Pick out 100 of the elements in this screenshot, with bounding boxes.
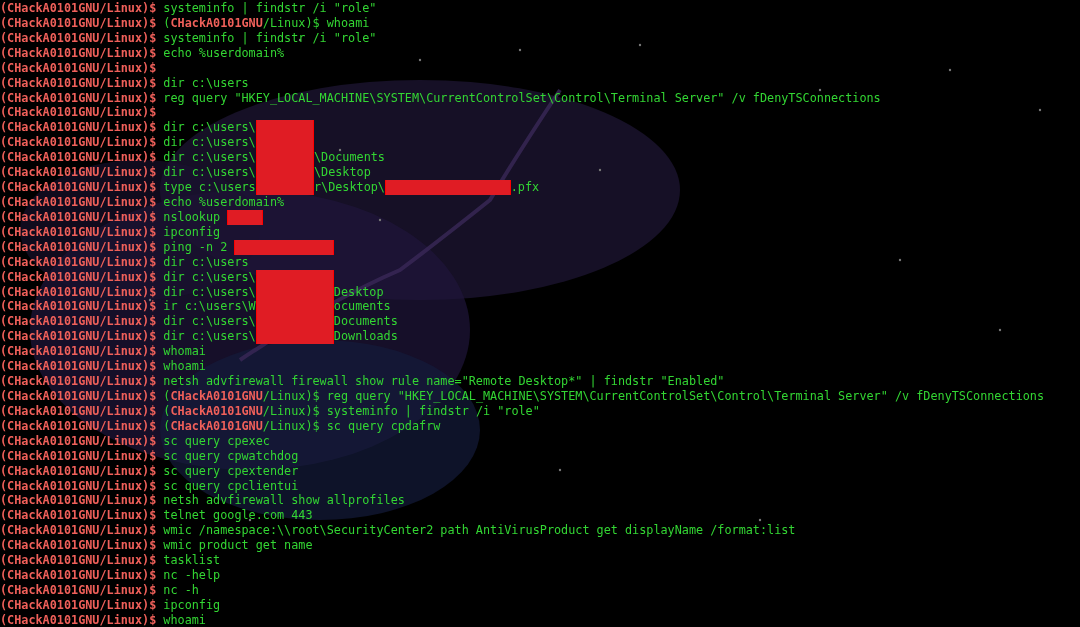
prompt-text: (CHackA0101GNU/Linux)$ — [0, 195, 157, 210]
prompt-text: (CHackA0101GNU/Linux)$ — [0, 60, 157, 76]
command-text: whoami — [163, 612, 206, 627]
command-text: nslookup — [163, 209, 222, 225]
command-text: echo %userdomain% — [163, 195, 285, 210]
prompt-text: (CHackA0101GNU/Linux)$ — [0, 418, 157, 434]
command-text: sc query cpwatchdog — [163, 448, 299, 464]
command-text: /Linux)$ whoami — [262, 15, 370, 31]
command-text: echo %userdomain% — [163, 45, 285, 61]
prompt-text: (CHackA0101GNU/Linux)$ — [0, 478, 157, 494]
prompt-text: (CHackA0101GNU/Linux)$ — [0, 299, 157, 315]
prompt-text: (CHackA0101GNU/Linux)$ — [0, 224, 157, 240]
command-text: ( — [163, 403, 171, 419]
command-text: /Linux)$ reg query "HKEY_LOCAL_MACHINE\SYSTEM\CurrentControlSet\Control\Terminal Server" /v fDenyTSConnections — [262, 388, 1045, 404]
prompt-text: (CHackA0101GNU/Linux)$ — [0, 493, 157, 509]
prompt-text: (CHackA0101GNU/Linux)$ — [0, 612, 157, 627]
redaction-block — [255, 120, 314, 136]
prompt-text: (CHackA0101GNU/Linux)$ — [0, 165, 157, 181]
command-text: sc query cpextender — [163, 463, 299, 479]
command-text: ( — [163, 418, 171, 434]
prompt-text: (CHackA0101GNU/Linux)$ — [0, 433, 157, 449]
command-text: sc query cpexec — [163, 433, 270, 449]
prompt-text: (CHackA0101GNU/Linux)$ — [0, 180, 157, 195]
prompt-text: (CHackA0101GNU/Linux)$ — [0, 90, 157, 106]
command-text: dir c:\users\ — [163, 314, 256, 330]
command-text: sc query cpclientui — [163, 478, 299, 494]
prompt-text: (CHackA0101GNU/Linux)$ — [0, 30, 157, 46]
command-text: netsh advfirewall show allprofiles — [163, 493, 405, 509]
command-text: Documents — [333, 314, 398, 330]
command-text: whoami — [163, 359, 206, 375]
command-text: ( — [163, 15, 171, 31]
prompt-text: (CHackA0101GNU/Linux)$ — [0, 1, 157, 16]
command-text: systeminfo | findstr /i "role" — [163, 1, 377, 16]
prompt-text: (CHackA0101GNU/Linux)$ — [0, 597, 157, 613]
command-text: dir c:\users\ — [163, 284, 256, 300]
prompt-text: (CHackA0101GNU/Linux)$ — [0, 269, 157, 285]
prompt-text: (CHackA0101GNU/Linux)$ — [0, 105, 157, 121]
prompt-text: (CHackA0101GNU/Linux)$ — [0, 329, 157, 345]
redaction-block — [255, 180, 314, 195]
command-text: dir c:\users — [163, 254, 249, 270]
command-text: dir c:\users\ — [163, 165, 256, 181]
command-text: reg query "HKEY_LOCAL_MACHINE\SYSTEM\CurrentControlSet\Control\Terminal Server" /v fDenyTSConnections — [163, 90, 881, 106]
command-text: \Desktop — [313, 165, 371, 181]
command-text: nc -help — [163, 568, 221, 583]
command-text: dir c:\users\ — [163, 135, 256, 151]
command-text: /Linux)$ systeminfo | findstr /i "role" — [262, 403, 540, 419]
command-text: whomai — [163, 344, 206, 360]
command-text: systeminfo | findstr /i "role" — [163, 30, 377, 46]
command-text: ir c:\users\W — [163, 299, 256, 315]
command-text: telnet google.com 443 — [163, 508, 313, 524]
prompt-text: (CHackA0101GNU/Linux)$ — [0, 15, 157, 31]
command-text: wmic /namespace:\\root\SecurityCenter2 path AntiVirusProduct get displayName /format:list — [163, 523, 796, 539]
prompt-text: (CHackA0101GNU/Linux)$ — [0, 403, 157, 419]
command-text: dir c:\users\ — [163, 329, 256, 345]
command-text: dir c:\users\ — [163, 269, 256, 285]
prompt-text: (CHackA0101GNU/Linux)$ — [0, 239, 157, 255]
command-text: Desktop — [333, 284, 384, 300]
prompt-text: (CHackA0101GNU/Linux)$ — [0, 582, 157, 598]
prompt-text: (CHackA0101GNU/Linux)$ — [0, 448, 157, 464]
prompt-text: (CHackA0101GNU/Linux)$ — [0, 523, 157, 539]
command-text: .pfx — [510, 180, 540, 195]
prompt-text: (CHackA0101GNU/Linux)$ — [0, 344, 157, 360]
command-text: ocuments — [333, 299, 391, 315]
command-text: ipconfig — [163, 224, 221, 240]
command-text: dir c:\users\ — [163, 120, 256, 136]
host-name: CHackA0101GNU — [170, 388, 263, 404]
prompt-text: (CHackA0101GNU/Linux)$ — [0, 150, 157, 166]
command-text: ping -n 2 — [163, 239, 229, 255]
prompt-text: (CHackA0101GNU/Linux)$ — [0, 359, 157, 375]
prompt-text: (CHackA0101GNU/Linux)$ — [0, 75, 157, 91]
command-text: \Documents — [313, 150, 385, 166]
command-text: dir c:\users\ — [163, 150, 256, 166]
host-name: CHackA0101GNU — [170, 418, 263, 434]
prompt-text: (CHackA0101GNU/Linux)$ — [0, 45, 157, 61]
command-text: tasklist — [163, 553, 221, 569]
prompt-text: (CHackA0101GNU/Linux)$ — [0, 254, 157, 270]
prompt-text: (CHackA0101GNU/Linux)$ — [0, 538, 157, 554]
command-text: ( — [163, 388, 171, 404]
prompt-text: (CHackA0101GNU/Linux)$ — [0, 374, 157, 389]
prompt-text: (CHackA0101GNU/Linux)$ — [0, 314, 157, 330]
command-text: /Linux)$ sc query cpdafrw — [262, 418, 441, 434]
command-text: ipconfig — [163, 597, 221, 613]
command-text: Downloads — [333, 329, 398, 345]
command-text: dir c:\users — [163, 75, 249, 91]
command-text: netsh advfirewall firewall show rule name="Remote Desktop*" | findstr "Enabled" — [163, 374, 725, 389]
prompt-text: (CHackA0101GNU/Linux)$ — [0, 135, 157, 151]
prompt-text: (CHackA0101GNU/Linux)$ — [0, 209, 157, 225]
prompt-text: (CHackA0101GNU/Linux)$ — [0, 388, 157, 404]
prompt-text: (CHackA0101GNU/Linux)$ — [0, 284, 157, 300]
prompt-text: (CHackA0101GNU/Linux)$ — [0, 508, 157, 524]
prompt-text: (CHackA0101GNU/Linux)$ — [0, 553, 157, 569]
command-text: type c:\users — [163, 180, 256, 195]
prompt-text: (CHackA0101GNU/Linux)$ — [0, 463, 157, 479]
host-name: CHackA0101GNU — [170, 403, 263, 419]
command-text: r\Desktop\ — [313, 180, 385, 195]
prompt-text: (CHackA0101GNU/Linux)$ — [0, 568, 157, 583]
command-text: wmic product get name — [163, 538, 313, 554]
prompt-text: (CHackA0101GNU/Linux)$ — [0, 120, 157, 136]
command-text: nc -h — [163, 582, 199, 598]
host-name: CHackA0101GNU — [170, 15, 263, 31]
